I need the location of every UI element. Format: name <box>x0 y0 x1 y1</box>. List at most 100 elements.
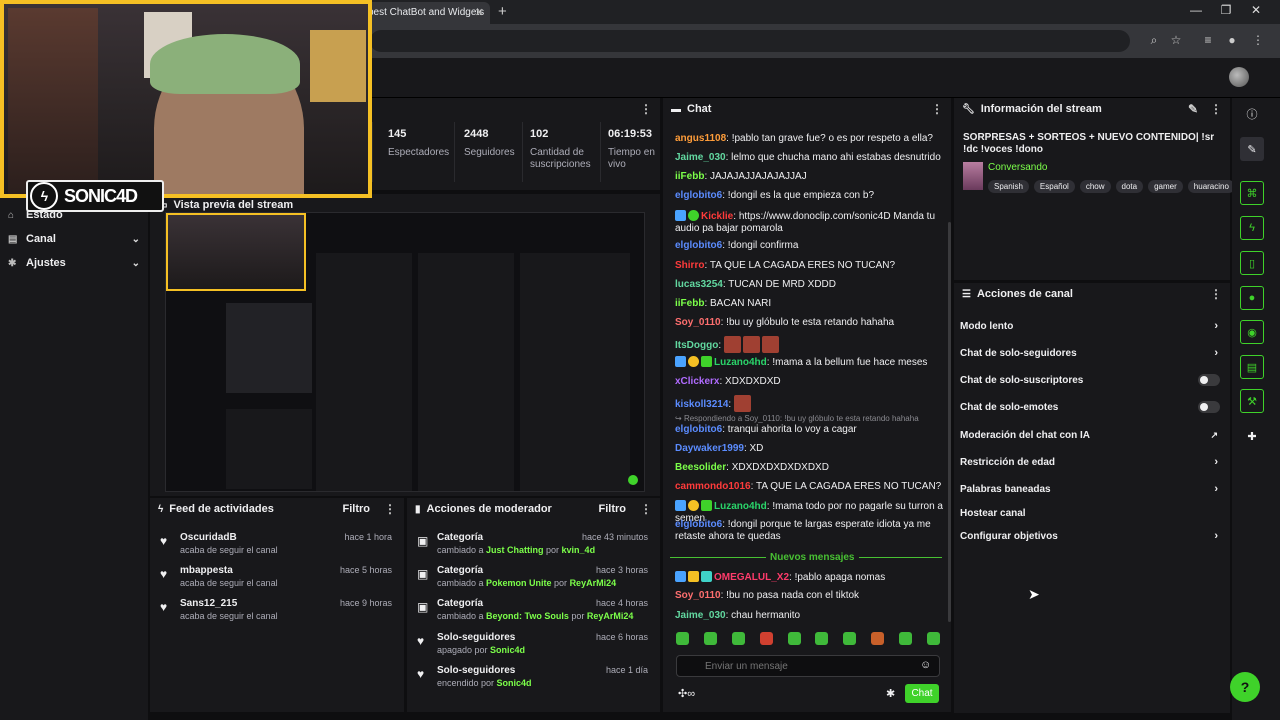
emote-icon <box>761 336 779 353</box>
activity-feed-panel: ϟ Feed de actividades Filtro ⋮ ♥ Oscurid… <box>150 498 404 712</box>
wrench-icon: 🔧︎ <box>962 103 975 115</box>
emote-icon[interactable] <box>843 632 857 645</box>
toggle-switch[interactable] <box>1198 374 1220 386</box>
action-banned-words[interactable]: Palabras baneadas › <box>960 480 1224 498</box>
nav-item-ajustes[interactable]: ✱ Ajustes ⌄ <box>8 253 140 273</box>
action-ai-moderation[interactable]: Moderación del chat con IA ↗ <box>960 426 1224 444</box>
action-slow-mode[interactable]: Modo lento › <box>960 317 1224 335</box>
tag[interactable]: Spanish <box>988 180 1029 193</box>
panel-title: Acciones de moderador <box>426 503 552 515</box>
info-icon[interactable]: ⓘ <box>1240 102 1264 126</box>
category-icon: ▣ <box>417 534 429 548</box>
browser-menu-icon[interactable]: ⋮ <box>1250 33 1266 47</box>
add-action-icon[interactable]: ✚ <box>1240 424 1264 448</box>
list-item: ▣ Categoría cambiado a Beyond: Two Souls… <box>417 598 648 621</box>
emote-icon[interactable] <box>871 632 885 645</box>
channel-points-icon[interactable]: ✣∞ <box>678 687 695 700</box>
close-window-button[interactable]: ✕ <box>1246 3 1266 17</box>
gear-icon: ✱ <box>8 257 17 269</box>
stream-preview-video[interactable] <box>165 212 645 492</box>
document-icon[interactable]: ▯ <box>1240 251 1264 275</box>
chat-bubble-icon[interactable]: ● <box>1240 286 1264 310</box>
chevron-down-icon: ⌄ <box>131 233 140 245</box>
profile-icon[interactable]: ● <box>1224 33 1240 47</box>
emote-icon[interactable] <box>815 632 829 645</box>
filter-button[interactable]: Filtro <box>599 503 627 515</box>
stat-followers: 2448 Seguidores <box>464 128 515 158</box>
layout-icon[interactable]: ▤ <box>1240 355 1264 379</box>
emote-icon[interactable] <box>926 632 940 645</box>
panel-menu-icon[interactable]: ⋮ <box>640 102 652 116</box>
chat-message: elglobito6: !dongil es la que empieza co… <box>675 190 875 201</box>
broadcast-icon[interactable]: ◉ <box>1240 320 1264 344</box>
emote-icon[interactable] <box>787 632 801 645</box>
tag[interactable]: chow <box>1079 180 1111 193</box>
tab-close-icon[interactable]: ✕ <box>475 6 484 19</box>
panel-menu-icon[interactable]: ⋮ <box>1210 102 1222 116</box>
category-name[interactable]: Conversando <box>988 162 1047 173</box>
tag[interactable]: Español <box>1033 180 1075 193</box>
panel-menu-icon[interactable]: ⋮ <box>931 102 943 116</box>
bookmark-star-icon[interactable]: ☆ <box>1168 33 1184 47</box>
action-age-restriction[interactable]: Restricción de edad › <box>960 453 1224 471</box>
tag[interactable]: dota <box>1115 180 1144 193</box>
action-host-channel[interactable]: Hostear canal <box>960 504 1224 522</box>
list-item: ♥ Solo-seguidores encendido por Sonic4d … <box>417 665 648 688</box>
action-followers-only[interactable]: Chat de solo-seguidores › <box>960 344 1224 362</box>
chat-message: cammondo1016: TA QUE LA CAGADA ERES NO T… <box>675 481 942 492</box>
panel-title: Vista previa del stream <box>173 199 294 211</box>
chat-input[interactable] <box>676 655 940 677</box>
nav-item-canal[interactable]: ▤ Canal ⌄ <box>8 229 140 249</box>
emote-icon[interactable] <box>676 632 689 645</box>
bits-icon <box>688 500 699 511</box>
zoom-icon[interactable]: ⌕ <box>1146 33 1162 48</box>
action-subs-only[interactable]: Chat de solo-suscriptores <box>960 371 1224 389</box>
crown-icon <box>688 571 699 582</box>
heart-icon: ♥ <box>160 600 168 614</box>
emote-icon[interactable] <box>899 632 912 645</box>
panel-menu-icon[interactable]: ⋮ <box>1210 287 1222 301</box>
chat-send-button[interactable]: Chat <box>905 684 939 703</box>
action-configure-goals[interactable]: Configurar objetivos › <box>960 527 1224 545</box>
maximize-button[interactable]: ❐ <box>1216 3 1236 17</box>
tag[interactable]: huaracino <box>1187 180 1235 193</box>
chevron-right-icon: › <box>1214 456 1218 468</box>
badge-icon <box>675 571 686 582</box>
panel-menu-icon[interactable]: ⋮ <box>640 502 652 516</box>
mouse-cursor-icon: ➤ <box>1028 586 1040 602</box>
tag[interactable]: gamer <box>1148 180 1183 193</box>
help-icon[interactable]: ? <box>1230 672 1260 702</box>
wrench-icon[interactable]: ⚒ <box>1240 389 1264 413</box>
emote-icon[interactable] <box>731 632 745 645</box>
list-item: ♥ OscuridadB acaba de seguir el canal ha… <box>160 532 392 555</box>
chat-scrollbar[interactable] <box>948 222 951 622</box>
channel-icon: ▤ <box>8 233 18 245</box>
new-messages-divider: Nuevos mensajes <box>670 552 942 564</box>
browser-tab[interactable]: best ChatBot and Widgets ✕ <box>360 2 490 24</box>
chat-message: xClickerx: XDXDXDXD <box>675 376 781 387</box>
emoji-picker-icon[interactable]: ☺ <box>920 659 931 671</box>
lightning-icon: ϟ <box>30 182 58 210</box>
emote-icon[interactable] <box>703 632 717 645</box>
chat-message: Kicklie: https://www.donoclip.com/sonic4… <box>675 210 936 234</box>
toggle-switch[interactable] <box>1198 401 1220 413</box>
avatar[interactable] <box>1229 67 1249 87</box>
new-tab-button[interactable]: + <box>498 3 507 20</box>
edit-icon[interactable]: ✎ <box>1188 102 1198 116</box>
emote-icon[interactable] <box>759 632 773 645</box>
action-emote-only[interactable]: Chat de solo-emotes <box>960 398 1224 416</box>
chat-settings-icon[interactable]: ✱ <box>886 687 895 700</box>
filter-button[interactable]: Filtro <box>343 503 371 515</box>
media-icon[interactable]: ≡ <box>1200 33 1216 47</box>
panel-title: Feed de actividades <box>169 503 274 515</box>
heart-icon: ♥ <box>160 567 168 581</box>
minimize-button[interactable]: — <box>1186 3 1206 17</box>
address-bar[interactable] <box>370 30 1130 52</box>
panel-menu-icon[interactable]: ⋮ <box>384 502 396 516</box>
channel-actions-panel: ☰ Acciones de canal ⋮ Modo lento › Chat d… <box>954 283 1230 713</box>
lightning-icon[interactable]: ϟ <box>1240 216 1264 240</box>
heart-icon: ♥ <box>417 667 425 681</box>
panel-title: Información del stream <box>980 103 1102 115</box>
edit-icon[interactable]: ✎ <box>1240 137 1264 161</box>
clip-icon[interactable]: ⌘ <box>1240 181 1264 205</box>
